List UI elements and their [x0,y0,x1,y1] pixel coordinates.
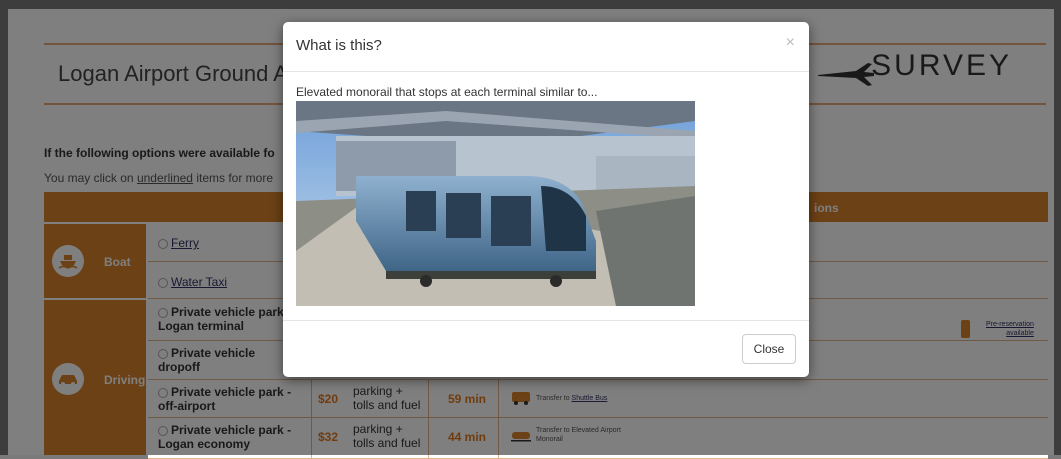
modal-title: What is this? [296,37,382,54]
monorail-photo [296,101,695,306]
modal-footer-divider [283,320,809,321]
close-button[interactable]: Close [742,334,796,364]
close-icon[interactable]: × [786,34,795,52]
modal-header-divider [283,71,809,72]
info-modal: What is this? × Elevated monorail that s… [283,22,809,377]
modal-description: Elevated monorail that stops at each ter… [296,85,598,99]
